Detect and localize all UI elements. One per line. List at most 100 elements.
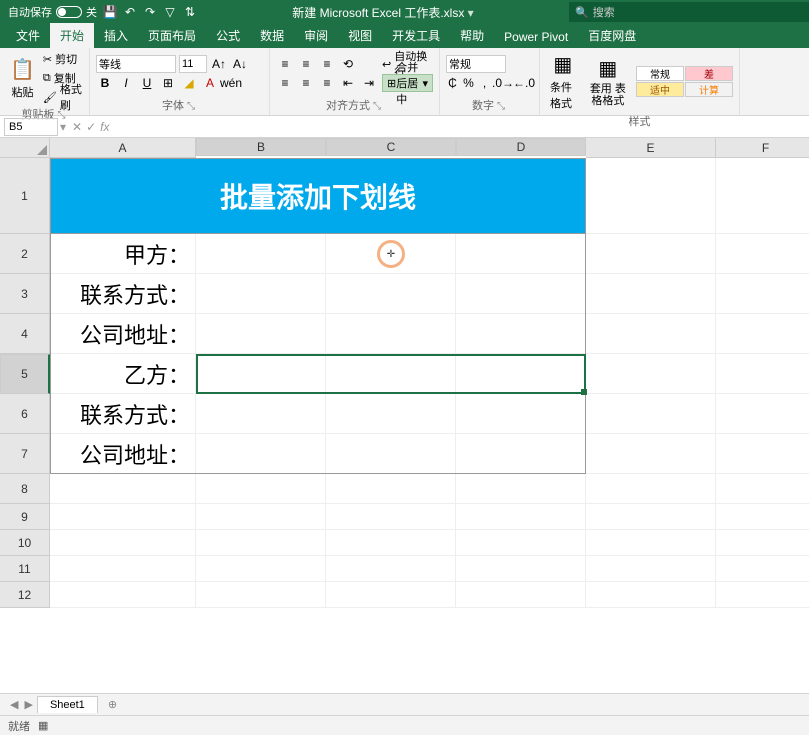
col-header-C[interactable]: C xyxy=(326,138,456,156)
col-header-E[interactable]: E xyxy=(586,138,716,158)
font-name-select[interactable] xyxy=(96,55,176,73)
cond-format-button[interactable]: ▦ 条件格式 xyxy=(546,50,580,113)
save-icon[interactable]: 💾 xyxy=(103,5,117,19)
style-normal[interactable]: 常规 xyxy=(636,66,684,81)
row-header-9[interactable]: 9 xyxy=(0,504,50,530)
search-box[interactable]: 🔍 搜索 xyxy=(569,2,809,22)
cell-a4[interactable]: 公司地址： xyxy=(50,314,196,354)
style-bad[interactable]: 差 xyxy=(685,66,733,81)
cell-a6[interactable]: 联系方式： xyxy=(50,394,196,434)
accessibility-icon[interactable]: ▦ xyxy=(38,719,48,732)
tab-layout[interactable]: 页面布局 xyxy=(138,23,206,48)
tab-dev[interactable]: 开发工具 xyxy=(382,23,450,48)
percent-icon[interactable]: % xyxy=(462,74,475,92)
increase-font-icon[interactable]: A↑ xyxy=(210,55,228,73)
tab-view[interactable]: 视图 xyxy=(338,23,382,48)
cancel-icon[interactable]: ✕ xyxy=(72,120,82,134)
row-header-10[interactable]: 10 xyxy=(0,530,50,556)
row-header-6[interactable]: 6 xyxy=(0,394,50,434)
tab-formulas[interactable]: 公式 xyxy=(206,23,250,48)
col-header-F[interactable]: F xyxy=(716,138,809,158)
select-all-corner[interactable] xyxy=(0,138,50,158)
row-header-4[interactable]: 4 xyxy=(0,314,50,354)
cond-format-icon: ▦ xyxy=(553,52,572,77)
row-header-5[interactable]: 5 xyxy=(0,354,50,394)
row-header-1[interactable]: 1 xyxy=(0,158,50,234)
align-top-icon[interactable]: ≡ xyxy=(276,55,294,73)
row-header-3[interactable]: 3 xyxy=(0,274,50,314)
copy-icon: ⧉ xyxy=(43,72,51,85)
bold-button[interactable]: B xyxy=(96,74,114,92)
redo-icon[interactable]: ↷ xyxy=(143,5,157,19)
tab-file[interactable]: 文件 xyxy=(6,23,50,48)
align-middle-icon[interactable]: ≡ xyxy=(297,55,315,73)
comma-icon[interactable]: , xyxy=(478,74,491,92)
tab-data[interactable]: 数据 xyxy=(250,23,294,48)
table-icon: ▦ xyxy=(598,56,617,81)
tab-home[interactable]: 开始 xyxy=(50,23,94,48)
dec-decimal-icon[interactable]: ←.0 xyxy=(515,74,533,92)
titlebar: 自动保存 关 💾 ↶ ↷ ▽ ⇅ 新建 Microsoft Excel 工作表.… xyxy=(0,0,809,24)
style-calc[interactable]: 计算 xyxy=(685,82,733,97)
underline-button[interactable]: U xyxy=(138,74,156,92)
tab-help[interactable]: 帮助 xyxy=(450,23,494,48)
formula-input[interactable] xyxy=(114,118,809,136)
col-header-A[interactable]: A xyxy=(50,138,196,158)
style-good[interactable]: 适中 xyxy=(636,82,684,97)
sheet-prev-icon[interactable]: ◀ xyxy=(10,698,18,711)
fill-color-button[interactable]: ◢ xyxy=(180,74,198,92)
add-sheet-icon[interactable]: ⊕ xyxy=(102,698,123,711)
indent-dec-icon[interactable]: ⇤ xyxy=(339,74,357,92)
sheet-tab-1[interactable]: Sheet1 xyxy=(37,696,98,713)
row-header-12[interactable]: 12 xyxy=(0,582,50,608)
tab-powerpivot[interactable]: Power Pivot xyxy=(494,26,578,48)
align-right-icon[interactable]: ≡ xyxy=(318,74,336,92)
sheet-next-icon[interactable]: ▶ xyxy=(24,698,32,711)
grid[interactable]: ABCDEF 123456789101112 批量添加下划线甲方：联系方式：公司… xyxy=(0,138,809,693)
tab-insert[interactable]: 插入 xyxy=(94,23,138,48)
fx-icon[interactable]: fx xyxy=(100,120,109,134)
paste-button[interactable]: 📋 粘贴 xyxy=(6,50,39,106)
undo-icon[interactable]: ↶ xyxy=(123,5,137,19)
cell-a2[interactable]: 甲方： xyxy=(50,234,196,274)
number-format-select[interactable] xyxy=(446,55,506,73)
name-box[interactable]: B5 xyxy=(4,118,58,136)
row-header-7[interactable]: 7 xyxy=(0,434,50,474)
currency-icon[interactable]: ₵ xyxy=(446,74,459,92)
enter-icon[interactable]: ✓ xyxy=(86,120,96,134)
tab-baidu[interactable]: 百度网盘 xyxy=(578,23,646,48)
status-ready: 就绪 xyxy=(8,718,30,734)
search-icon: 🔍 xyxy=(575,6,589,19)
cell-a5[interactable]: 乙方： xyxy=(50,354,196,394)
align-left-icon[interactable]: ≡ xyxy=(276,74,294,92)
col-header-D[interactable]: D xyxy=(456,138,586,156)
inc-decimal-icon[interactable]: .0→ xyxy=(494,74,512,92)
cell-a7[interactable]: 公司地址： xyxy=(50,434,196,474)
cell-a3[interactable]: 联系方式： xyxy=(50,274,196,314)
row-header-11[interactable]: 11 xyxy=(0,556,50,582)
border-button[interactable]: ⊞ xyxy=(159,74,177,92)
orientation-icon[interactable]: ⟲ xyxy=(339,55,357,73)
phonetic-button[interactable]: wén xyxy=(222,74,240,92)
align-center-icon[interactable]: ≡ xyxy=(297,74,315,92)
table-format-button[interactable]: ▦ 套用 表格格式 xyxy=(584,50,632,113)
align-bottom-icon[interactable]: ≡ xyxy=(318,55,336,73)
indent-inc-icon[interactable]: ⇥ xyxy=(360,74,378,92)
window-title: 新建 Microsoft Excel 工作表.xlsx ▾ xyxy=(197,4,569,21)
decrease-font-icon[interactable]: A↓ xyxy=(231,55,249,73)
sort-icon[interactable]: ⇅ xyxy=(183,5,197,19)
row-header-8[interactable]: 8 xyxy=(0,474,50,504)
tab-review[interactable]: 审阅 xyxy=(294,23,338,48)
col-header-B[interactable]: B xyxy=(196,138,326,156)
filter-icon[interactable]: ▽ xyxy=(163,5,177,19)
cursor-indicator: ✛ xyxy=(377,240,405,268)
font-color-button[interactable]: A xyxy=(201,74,219,92)
row-header-2[interactable]: 2 xyxy=(0,234,50,274)
brush-icon: 🖌 xyxy=(43,91,57,104)
italic-button[interactable]: I xyxy=(117,74,135,92)
cut-button[interactable]: ✂剪切 xyxy=(43,50,83,68)
merge-center-button[interactable]: ⊞合并后居中 ▾ xyxy=(382,74,433,92)
font-size-select[interactable] xyxy=(179,55,207,73)
autosave-toggle[interactable]: 自动保存 关 xyxy=(8,4,97,20)
painter-button[interactable]: 🖌格式刷 xyxy=(43,88,83,106)
